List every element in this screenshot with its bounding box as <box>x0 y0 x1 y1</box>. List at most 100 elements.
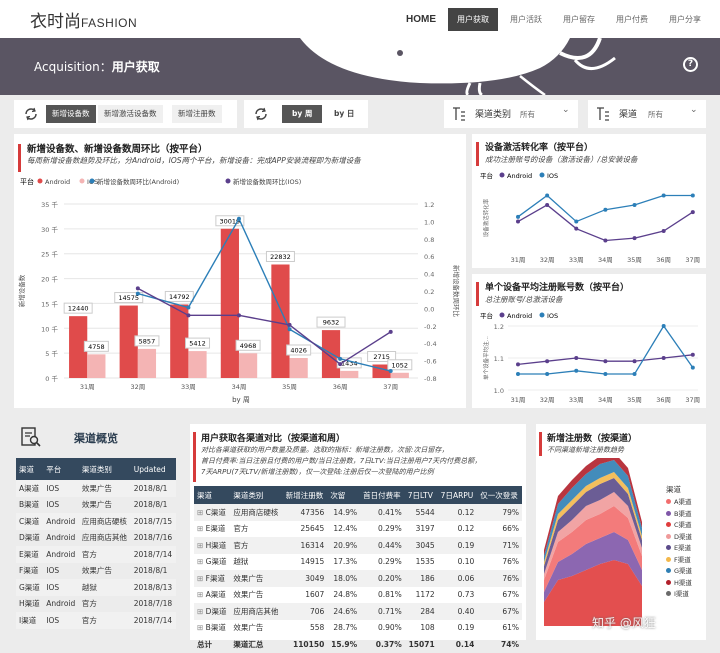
tab-new-devices[interactable]: 新增设备数 <box>46 105 96 123</box>
top-bar: 衣时尚FASHION HOME 用户获取 用户活跃 用户留存 用户付费 用户分享 <box>0 0 720 38</box>
line-point <box>603 372 608 376</box>
brand-logo[interactable]: 衣时尚FASHION <box>30 7 137 32</box>
tab-by-week[interactable]: by 周 <box>282 105 323 123</box>
table-cell: F渠道 <box>19 566 39 576</box>
tab-new-activated-devices[interactable]: 新增激活设备数 <box>98 105 163 123</box>
help-icon[interactable]: ? <box>683 57 698 72</box>
col-channel[interactable]: 渠道 <box>194 486 231 504</box>
table-cell: IOS <box>43 480 79 497</box>
refresh-icon[interactable] <box>22 105 40 123</box>
legend-item[interactable]: C渠道 <box>666 519 692 531</box>
col-7day-arpu[interactable]: 7日ARPU <box>437 486 478 504</box>
expand-icon[interactable]: ⊞ <box>197 541 206 550</box>
tab-by-day[interactable]: by 日 <box>326 105 363 123</box>
table-cell: 76% <box>477 554 522 571</box>
col-channel[interactable]: 渠道 <box>16 458 44 480</box>
table-row[interactable]: ⊞ B渠道 效果广告 558 28.7% 0.90% 108 0.19 61% <box>194 620 522 637</box>
banner-prefix: Acquisition： <box>34 60 112 74</box>
bar-android <box>271 264 290 378</box>
col-7day-ltv[interactable]: 7日LTV <box>404 486 438 504</box>
table-row[interactable]: H渠道 Android 官方 2018/7/18 <box>16 596 176 613</box>
col-single-login[interactable]: 仅一次登录 <box>477 486 522 504</box>
table-row[interactable]: C渠道 Android 应用商店硬核 2018/7/15 <box>16 513 176 530</box>
tab-new-registrations[interactable]: 新增注册数 <box>172 105 222 123</box>
table-row[interactable]: ⊞ C渠道 应用商店硬核 47356 14.9% 0.41% 5544 0.12 79% <box>194 504 522 521</box>
legend-item[interactable]: E渠道 <box>666 542 692 554</box>
nav-retention[interactable]: 用户留存 <box>554 8 604 31</box>
expand-icon[interactable]: ⊞ <box>197 623 206 632</box>
table-row[interactable]: 总计 渠道汇总 110150 15.9% 0.37% 15071 0.14 74% <box>194 636 522 653</box>
y2-tick-label: 1.0 <box>424 218 434 226</box>
nav-share[interactable]: 用户分享 <box>660 8 710 31</box>
table-row[interactable]: I渠道 IOS 官方 2018/7/14 <box>16 612 176 629</box>
legend-item[interactable]: G渠道 <box>666 565 692 577</box>
table-row[interactable]: G渠道 IOS 越狱 2018/8/13 <box>16 579 176 596</box>
cell-text: 14.9% <box>333 507 358 517</box>
line-point <box>545 359 550 364</box>
table-cell: 110150 <box>283 636 328 653</box>
line-point <box>661 229 666 234</box>
legend-item[interactable]: H渠道 <box>666 577 692 589</box>
col-channel-type[interactable]: 渠道类别 <box>78 458 131 480</box>
table-cell: IOS <box>46 566 60 576</box>
channel-filter[interactable]: 渠道 所有 ⌄ <box>588 100 706 128</box>
main-chart-subtitle: 每周新增设备数趋势及环比，分Android，IOS两个平台，新增设备：完成APP… <box>27 156 361 165</box>
cell-text: 110150 <box>293 639 325 649</box>
x-tick-label: 37周 <box>383 383 398 391</box>
cell-text: 25645 <box>300 524 325 534</box>
line-point <box>690 365 695 370</box>
table-row[interactable]: ⊞ G渠道 越狱 14915 17.3% 0.29% 1535 0.10 76% <box>194 554 522 571</box>
legend-item[interactable]: B渠道 <box>666 508 692 520</box>
legend-marker <box>666 568 671 573</box>
expand-icon[interactable]: ⊞ <box>197 557 206 566</box>
cell-text: 0.20% <box>377 573 402 583</box>
table-cell: 官方 <box>78 612 131 629</box>
table-cell: ⊞ H渠道 <box>194 537 231 554</box>
table-row[interactable]: D渠道 Android 应用商店其他 2018/7/16 <box>16 530 176 547</box>
data-label-ios: 4968 <box>235 339 261 351</box>
col-first-day-pay-rate[interactable]: 首日付费率 <box>360 486 405 504</box>
table-row[interactable]: E渠道 Android 官方 2018/7/14 <box>16 546 176 563</box>
nav-payment[interactable]: 用户付费 <box>607 8 657 31</box>
compare-desc-3: 7天ARPU(7天LTV/新增注册数)，仅一次登陆:注册后仅一次登陆的用户比例 <box>201 468 434 476</box>
col-platform[interactable]: 平台 <box>43 458 79 480</box>
table-cell: 28.7% <box>327 620 360 637</box>
legend-item[interactable]: I渠道 <box>666 588 692 600</box>
cell-text: 0.40 <box>457 606 475 616</box>
expand-icon[interactable]: ⊞ <box>197 607 206 616</box>
table-cell: 0.12 <box>438 521 478 538</box>
col-updated[interactable]: Updated <box>130 458 176 480</box>
chevron-down-icon: ⌄ <box>690 105 698 115</box>
nav-home[interactable]: HOME <box>397 8 445 31</box>
expand-icon[interactable]: ⊞ <box>197 524 206 533</box>
legend-marker <box>225 178 231 184</box>
expand-icon[interactable]: ⊞ <box>197 590 206 599</box>
table-row[interactable]: B渠道 IOS 效果广告 2018/8/1 <box>16 497 176 514</box>
x-tick-label: 34周 <box>598 396 613 404</box>
col-next-day-retention[interactable]: 次留 <box>327 486 361 504</box>
channel-type-filter[interactable]: 渠道类别 所有 ⌄ <box>444 100 578 128</box>
table-row[interactable]: F渠道 IOS 效果广告 2018/8/1 <box>16 563 176 580</box>
table-row[interactable]: ⊞ A渠道 效果广告 1607 24.8% 0.81% 1172 0.73 67% <box>194 587 522 604</box>
col-channel-type[interactable]: 渠道类别 <box>230 486 283 504</box>
table-row[interactable]: ⊞ F渠道 效果广告 3049 18.0% 0.20% 186 0.06 76% <box>194 570 522 587</box>
x-tick-label: 36周 <box>656 396 671 404</box>
col-new-registrations[interactable]: 新增注册数 <box>282 486 328 504</box>
expand-icon[interactable]: ⊞ <box>197 574 206 583</box>
nav-acquisition[interactable]: 用户获取 <box>448 8 498 31</box>
expand-icon[interactable]: ⊞ <box>197 508 206 517</box>
legend-item[interactable]: A渠道 <box>666 496 692 508</box>
main-nav: HOME 用户获取 用户活跃 用户留存 用户付费 用户分享 <box>394 8 710 31</box>
table-row[interactable]: ⊞ D渠道 应用商店其他 706 24.6% 0.71% 284 0.40 67% <box>194 603 522 620</box>
refresh-icon[interactable] <box>252 105 270 123</box>
table-cell: 渠道汇总 <box>230 636 282 653</box>
table-row[interactable]: ⊞ E渠道 官方 25645 12.4% 0.29% 3197 0.12 66% <box>194 521 522 538</box>
line-point <box>135 291 140 296</box>
table-cell: 3049 <box>282 570 328 587</box>
table-row[interactable]: ⊞ H渠道 官方 16314 20.9% 0.44% 3045 0.19 71% <box>194 537 522 554</box>
filter-icon <box>453 107 465 121</box>
legend-item[interactable]: D渠道 <box>666 531 692 543</box>
nav-activity[interactable]: 用户活跃 <box>501 8 551 31</box>
table-row[interactable]: A渠道 IOS 效果广告 2018/8/1 <box>16 480 176 497</box>
legend-item[interactable]: F渠道 <box>666 554 692 566</box>
